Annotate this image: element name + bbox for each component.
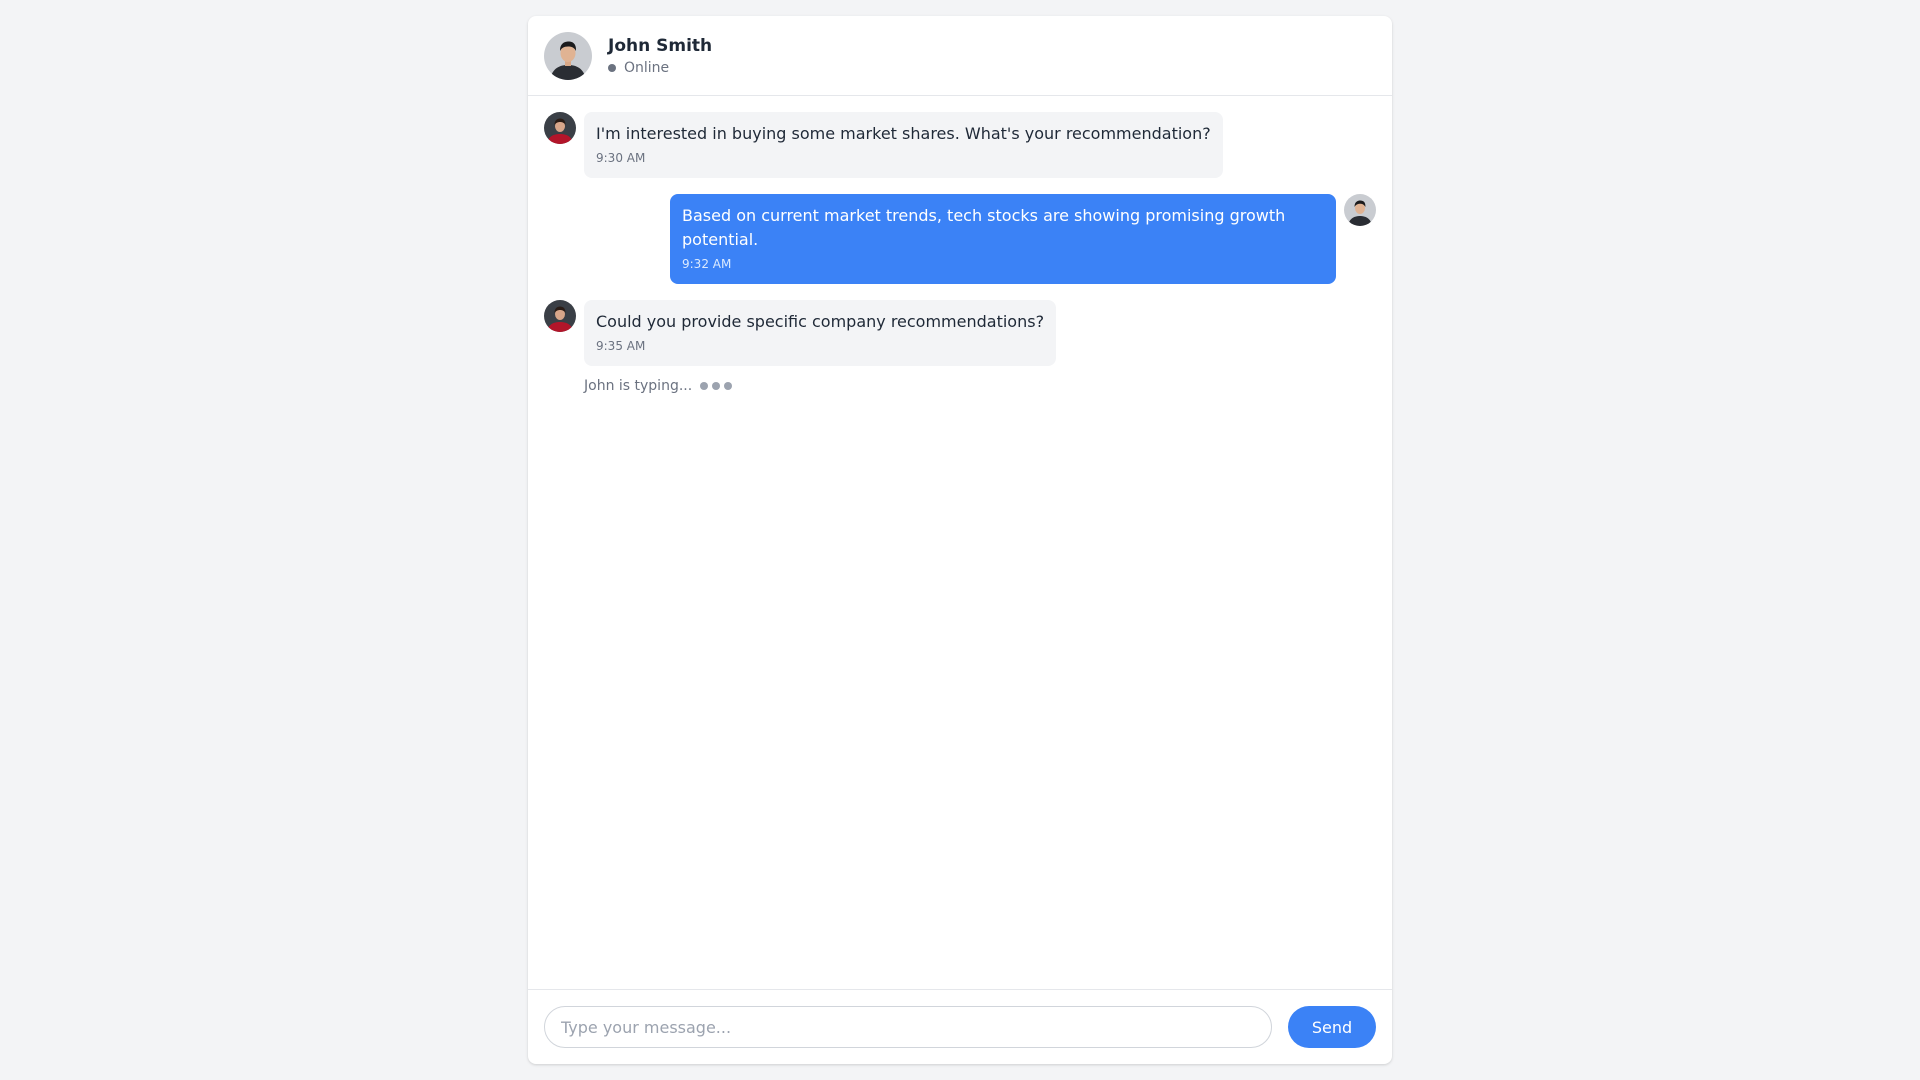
red-shirt-user-avatar-icon <box>544 112 576 144</box>
typing-text: John is typing... <box>584 378 693 394</box>
message-text: I'm interested in buying some market sha… <box>596 124 1211 143</box>
message-input[interactable] <box>544 1006 1272 1048</box>
sender-avatar[interactable] <box>544 300 576 332</box>
typing-indicator: John is typing... <box>584 378 1376 394</box>
sender-avatar[interactable] <box>544 112 576 144</box>
chat-window: John Smith Online I'm interested in buyi… <box>528 16 1392 1064</box>
message-timestamp: 9:30 AM <box>596 151 646 165</box>
message-bubble: I'm interested in buying some market sha… <box>584 112 1223 178</box>
message-bubble: Could you provide specific company recom… <box>584 300 1057 366</box>
typing-dots-icon <box>700 382 736 390</box>
status-text: Online <box>624 59 670 76</box>
message-row: Based on current market trends, tech sto… <box>544 194 1376 284</box>
message-row: Could you provide specific company recom… <box>544 300 1376 366</box>
message-timestamp: 9:35 AM <box>596 339 646 353</box>
send-button[interactable]: Send <box>1288 1006 1376 1048</box>
john-smith-avatar-icon <box>1344 194 1376 226</box>
message-composer: Send <box>528 989 1392 1064</box>
message-text: Could you provide specific company recom… <box>596 312 1045 331</box>
contact-avatar[interactable] <box>544 31 592 80</box>
message-timestamp: 9:32 AM <box>682 257 732 271</box>
status-row: Online <box>608 59 712 77</box>
chat-header: John Smith Online <box>528 16 1392 96</box>
red-shirt-user-avatar-icon <box>544 300 576 332</box>
contact-info: John Smith Online <box>608 35 712 77</box>
sender-avatar[interactable] <box>1344 194 1376 226</box>
contact-name: John Smith <box>608 35 713 56</box>
status-dot-icon <box>608 63 616 72</box>
john-smith-avatar-icon <box>544 31 592 80</box>
message-row: I'm interested in buying some market sha… <box>544 112 1376 178</box>
message-text: Based on current market trends, tech sto… <box>682 206 1286 249</box>
message-list[interactable]: I'm interested in buying some market sha… <box>528 96 1392 989</box>
message-bubble: Based on current market trends, tech sto… <box>670 194 1336 284</box>
